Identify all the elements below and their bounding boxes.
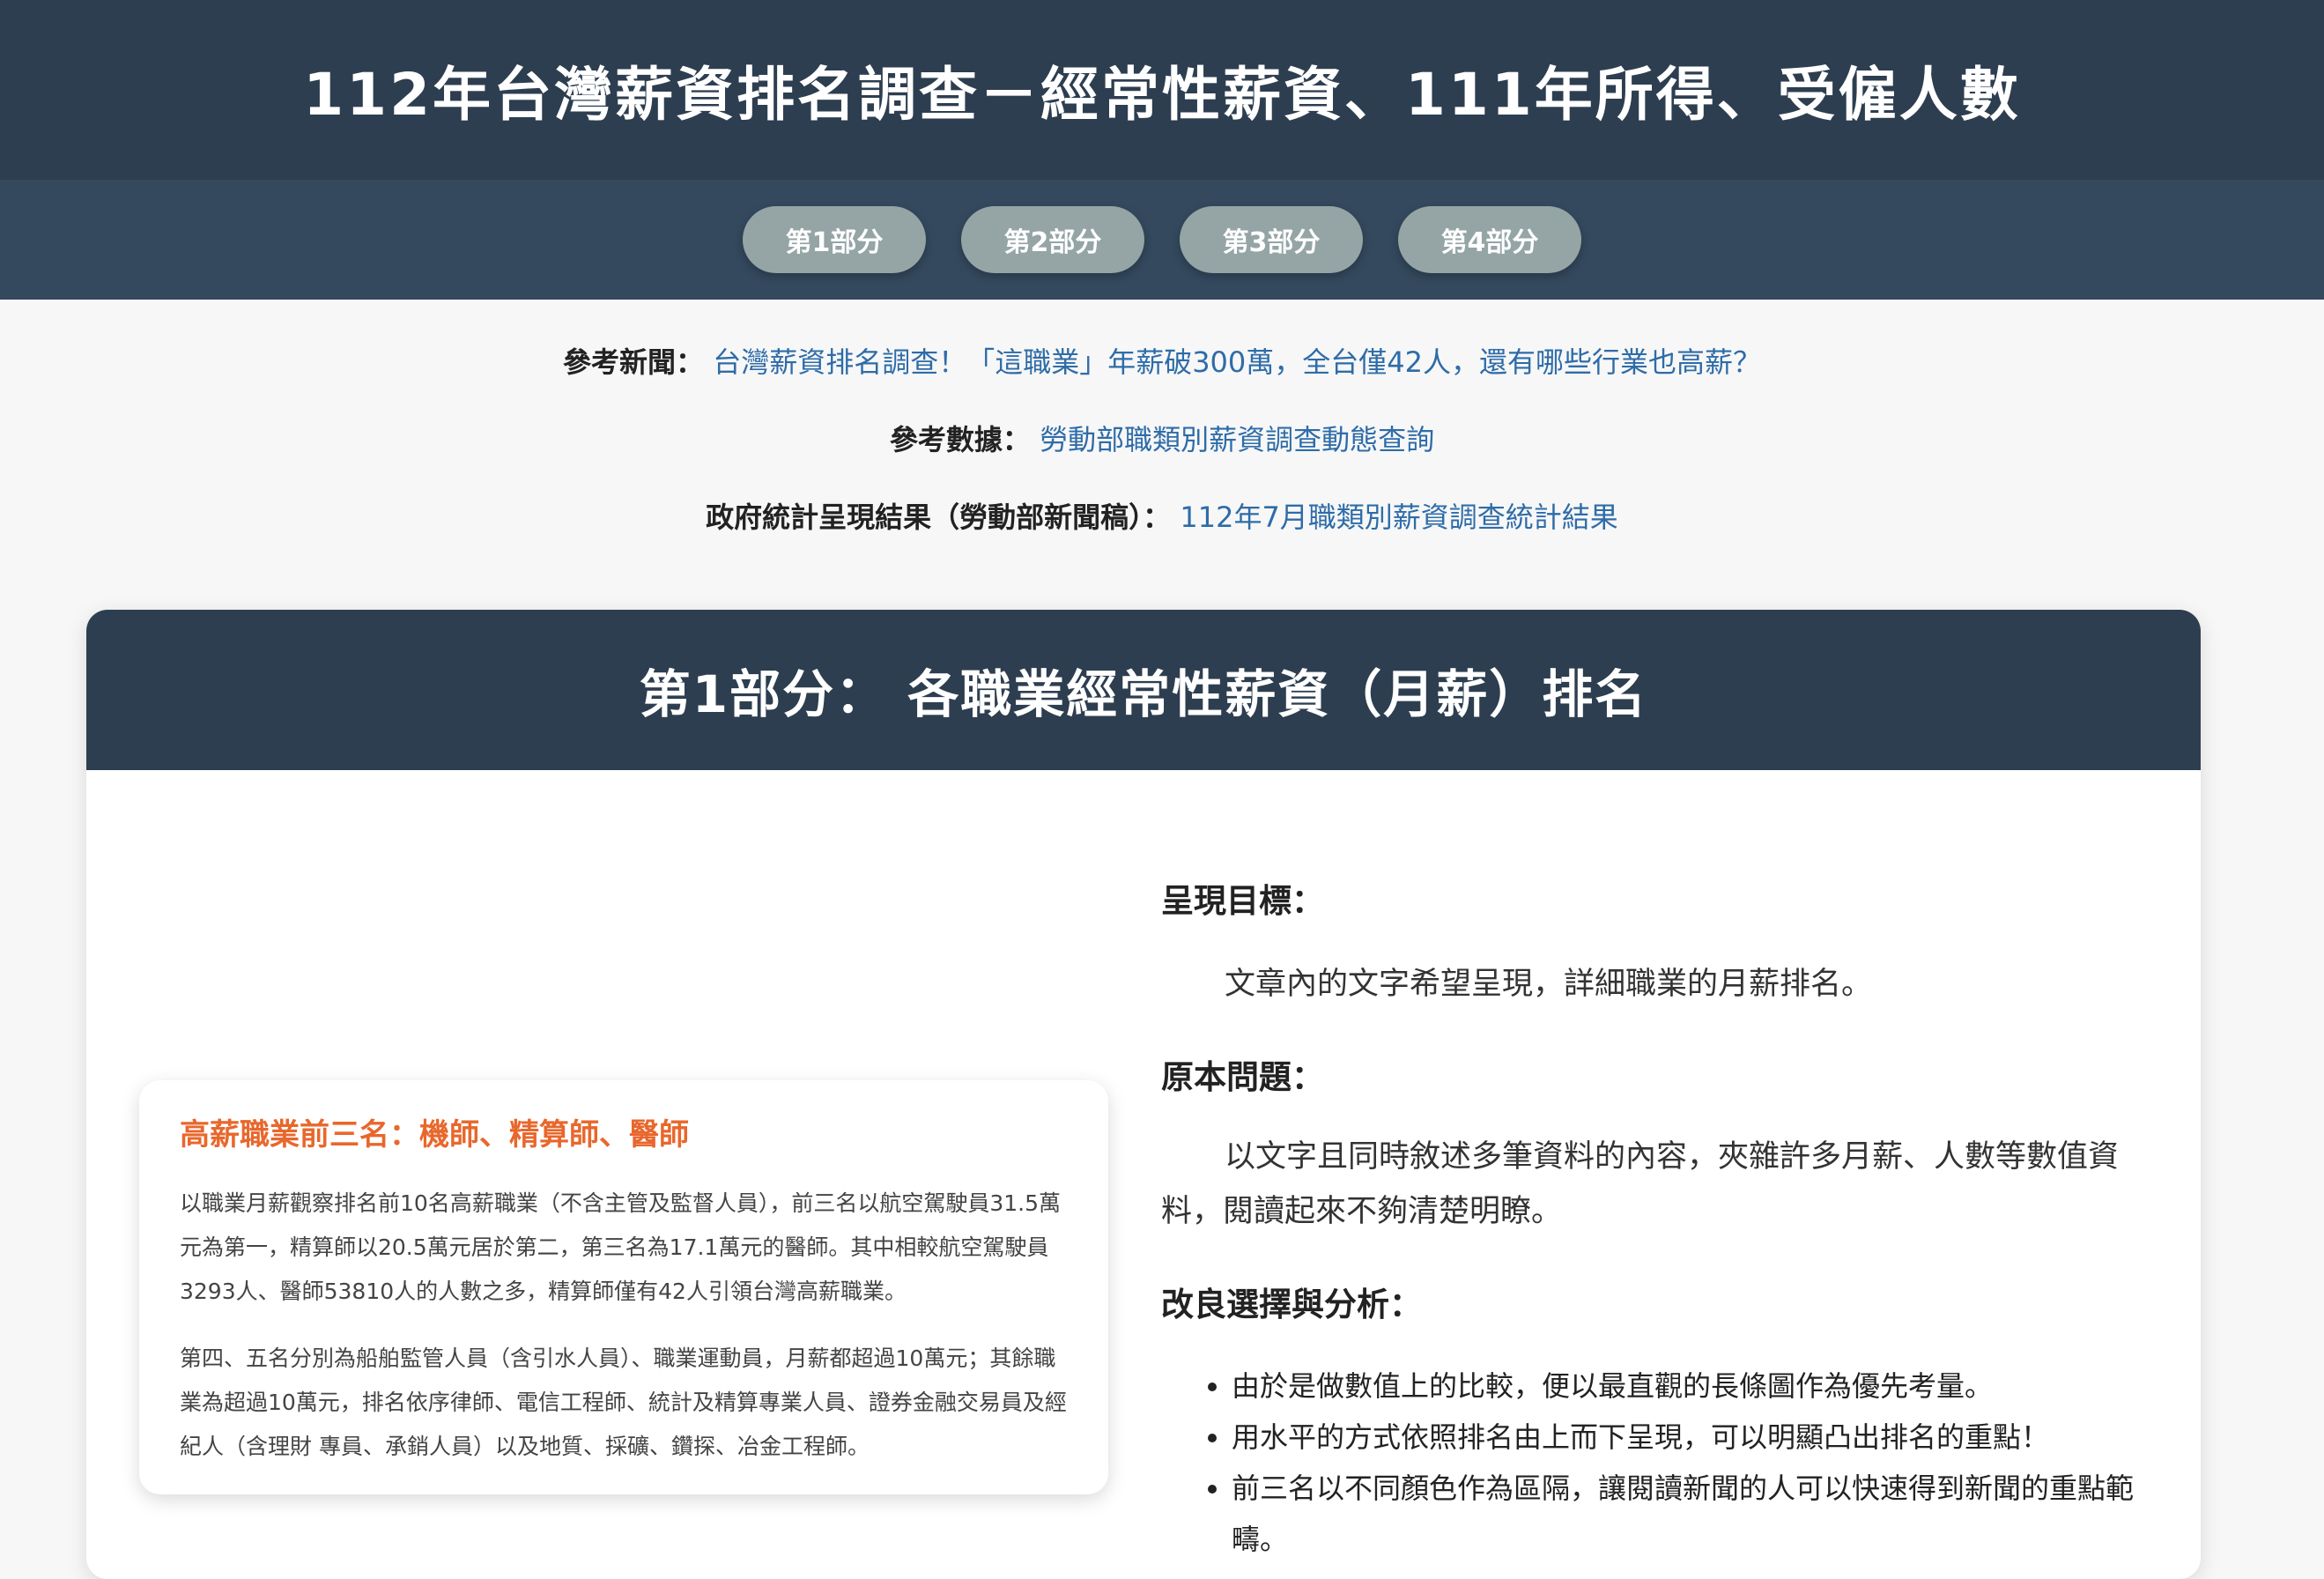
reference-data-label: 參考數據： (889, 423, 1031, 456)
reference-data-link[interactable]: 勞動部職類別薪資調查動態查詢 (1040, 423, 1434, 456)
section-1-title: 第1部分： 各職業經常性薪資（月薪）排名 (639, 664, 1648, 724)
reference-gov-stats-label: 政府統計呈現結果（勞動部新聞稿）： (706, 500, 1172, 534)
section-1-card: 第1部分： 各職業經常性薪資（月薪）排名 高薪職業前三名：機師、精算師、醫師 以… (86, 610, 2201, 1579)
goal-text: 文章內的文字希望呈現，詳細職業的月薪排名。 (1225, 967, 1873, 1002)
insight-title: 高薪職業前三名：機師、精算師、醫師 (180, 1117, 689, 1153)
list-item: 用水平的方式依照排名由上而下呈現，可以明顯凸出排名的重點！ (1232, 1412, 2148, 1463)
list-item: 前三名以不同顏色作為區隔，讓閱讀新聞的人可以快速得到新聞的重點範疇。 (1232, 1463, 2148, 1565)
goal-title: 呈現目標： (1161, 882, 1324, 920)
reference-gov-stats-link[interactable]: 112年7月職類別薪資調查統計結果 (1180, 500, 1617, 534)
list-item: 由於是做數值上的比較，便以最直觀的長條圖作為優先考量。 (1232, 1360, 2148, 1412)
insight-box: 高薪職業前三名：機師、精算師、醫師 以職業月薪觀察排名前10名高薪職業（不含主管… (139, 1080, 1108, 1494)
nav-button-part-4[interactable]: 第4部分 (1398, 206, 1581, 273)
nav-button-part-1[interactable]: 第1部分 (743, 206, 926, 273)
page-header: 112年台灣薪資排名調查－經常性薪資、111年所得、受僱人數 (0, 0, 2324, 180)
problem-text: 以文字且同時敘述多筆資料的內容，夾雜許多月薪、人數等數值資料，閱讀起來不夠清楚明… (1161, 1139, 2120, 1229)
improve-list: 由於是做數值上的比較，便以最直觀的長條圖作為優先考量。 用水平的方式依照排名由上… (1161, 1360, 2148, 1565)
insight-paragraph-2: 第四、五名分別為船舶監管人員（含引水人員）、職業運動員，月薪都超過10萬元；其餘… (180, 1345, 1067, 1459)
section-1-header: 第1部分： 各職業經常性薪資（月薪）排名 (86, 610, 2201, 770)
analysis-column: 呈現目標： 文章內的文字希望呈現，詳細職業的月薪排名。 原本問題： 以文字且同時… (1161, 874, 2148, 1565)
reference-news-link[interactable]: 台灣薪資排名調查！「這職業」年薪破300萬，全台僅42人，還有哪些行業也高薪？ (713, 345, 1761, 379)
nav-button-part-2[interactable]: 第2部分 (961, 206, 1144, 273)
insight-paragraph-1: 以職業月薪觀察排名前10名高薪職業（不含主管及監督人員），前三名以航空駕駛員31… (180, 1190, 1061, 1304)
section-nav: 第1部分 第2部分 第3部分 第4部分 (0, 180, 2324, 300)
nav-button-part-3[interactable]: 第3部分 (1180, 206, 1363, 273)
improve-title: 改良選擇與分析： (1161, 1286, 1422, 1323)
problem-title: 原本問題： (1161, 1058, 1324, 1096)
reference-gov-stats: 政府統計呈現結果（勞動部新聞稿）： 112年7月職類別薪資調查統計結果 (0, 495, 2324, 536)
reference-data: 參考數據： 勞動部職類別薪資調查動態查詢 (0, 418, 2324, 458)
reference-news-label: 參考新聞： (563, 345, 705, 379)
reference-news: 參考新聞： 台灣薪資排名調查！「這職業」年薪破300萬，全台僅42人，還有哪些行… (0, 340, 2324, 381)
page-title: 112年台灣薪資排名調查－經常性薪資、111年所得、受僱人數 (303, 61, 2021, 129)
